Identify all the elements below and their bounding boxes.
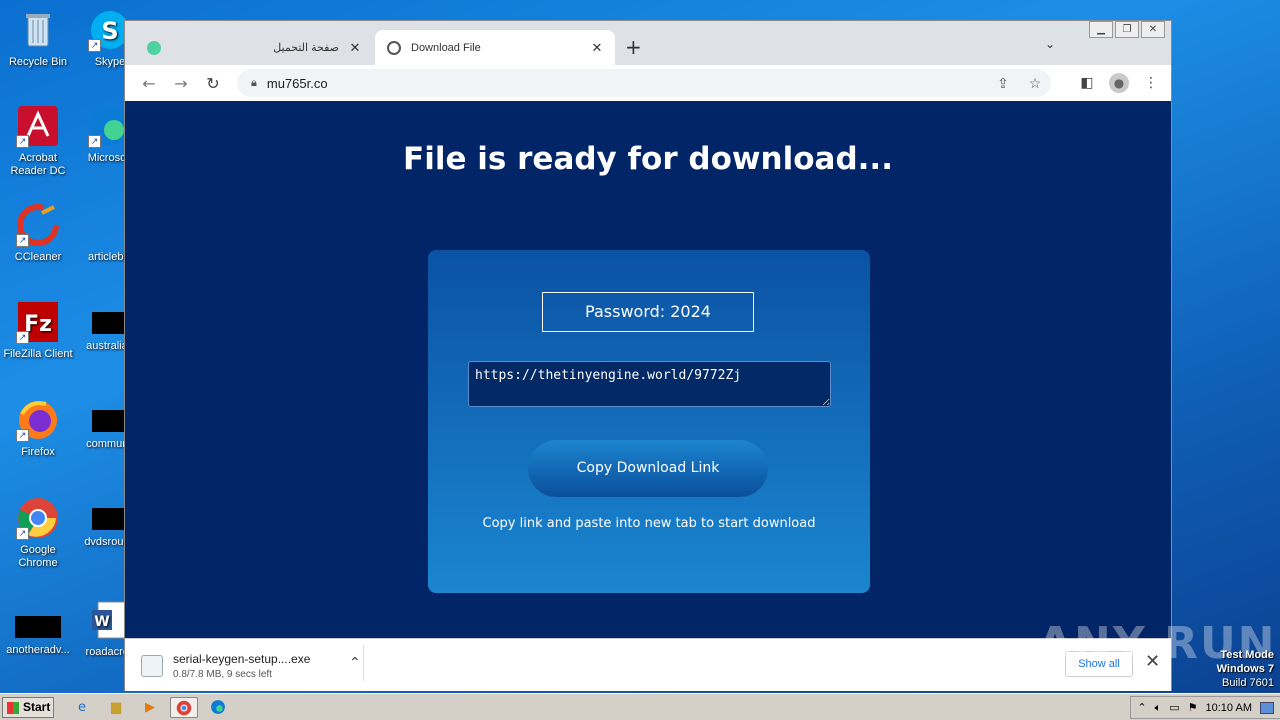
desktop-icon-filezilla[interactable]: Fz ↗ FileZilla Client (0, 300, 76, 361)
ccleaner-icon: ↗ (16, 203, 60, 247)
password-box: Password: 2024 (542, 292, 754, 332)
tab-title: Download File (411, 41, 481, 54)
file-explorer-icon[interactable]: ▆ (102, 697, 130, 718)
lock-icon: 🔒︎ (251, 76, 257, 89)
file-thumbnail-icon (92, 312, 128, 334)
svg-text:W: W (94, 614, 109, 630)
menu-kebab-icon[interactable]: ⋮ (1141, 75, 1161, 91)
address-bar[interactable]: 🔒︎ mu765r.co ⇪ ☆ (237, 69, 1051, 97)
taskbar: Start e ▆ ▶ ⌃ 🔈︎ ▭ ⚑ 10:10 AM (0, 693, 1280, 720)
desktop-icon-ccleaner[interactable]: ↗ CCleaner (0, 203, 76, 264)
close-window-button[interactable]: ✕ (1141, 21, 1165, 38)
firefox-icon: ↗ (16, 398, 60, 442)
tab-download-file[interactable]: Download File ✕ (375, 30, 615, 65)
media-player-icon[interactable]: ▶ (136, 697, 164, 718)
download-shelf: serial-keygen-setup....exe 0.8/7.8 MB, 9… (125, 638, 1171, 691)
volume-icon[interactable]: 🔈︎ (1155, 701, 1162, 715)
instruction-text: Copy link and paste into new tab to star… (482, 516, 816, 531)
file-thumbnail-icon (15, 616, 61, 638)
flag-icon[interactable]: ⚑ (1188, 701, 1198, 714)
download-link-field[interactable]: https://thetinyengine.world/9772Zj (468, 361, 831, 407)
close-tab-icon[interactable]: ✕ (347, 40, 363, 56)
desktop-icon-recycle-bin[interactable]: Recycle Bin (0, 8, 76, 69)
globe-icon (387, 40, 401, 55)
shortcut-arrow-icon: ↗ (88, 39, 101, 52)
tab-download-page-arabic[interactable]: صفحة التحميل ✕ (135, 30, 373, 65)
chevron-up-icon[interactable]: ⌃ (1137, 701, 1146, 714)
desktop-icon-chrome[interactable]: ↗ Google Chrome (0, 496, 76, 570)
profile-avatar-icon[interactable]: ● (1109, 73, 1129, 93)
chevron-up-icon[interactable]: ⌃ (349, 655, 361, 671)
back-icon[interactable]: ← (133, 74, 165, 93)
shortcut-arrow-icon: ↗ (16, 331, 29, 344)
new-tab-icon[interactable]: + (625, 35, 642, 59)
shortcut-arrow-icon: ↗ (16, 135, 29, 148)
quick-launch: e ▆ ▶ (68, 697, 232, 718)
download-card: Password: 2024 https://thetinyengine.wor… (428, 250, 870, 593)
shortcut-arrow-icon: ↗ (16, 429, 29, 442)
executable-file-icon (141, 655, 163, 677)
shortcut-arrow-icon: ↗ (16, 527, 29, 540)
desktop-icon-acrobat[interactable]: ↗ Acrobat Reader DC (0, 104, 76, 178)
browser-window: صفحة التحميل ✕ Download File ✕ + ⌄ ▁ ❐ ✕… (124, 20, 1172, 691)
toolbar-right: ◧ ● ⋮ (1077, 73, 1161, 93)
bookmark-star-icon[interactable]: ☆ (1019, 75, 1051, 92)
chevron-down-icon[interactable]: ⌄ (1045, 37, 1055, 51)
download-status: 0.8/7.8 MB, 9 secs left (173, 669, 272, 680)
recycle-bin-icon (16, 8, 60, 52)
shortcut-arrow-icon: ↗ (88, 135, 101, 148)
restore-button[interactable]: ❐ (1115, 21, 1139, 38)
minimize-button[interactable]: ▁ (1089, 21, 1113, 38)
shortcut-arrow-icon: ↗ (16, 234, 29, 247)
filezilla-icon: Fz ↗ (16, 300, 60, 344)
close-tab-icon[interactable]: ✕ (589, 40, 605, 56)
side-panel-icon[interactable]: ◧ (1077, 75, 1097, 91)
share-icon[interactable]: ⇪ (987, 75, 1019, 92)
acrobat-icon: ↗ (16, 104, 60, 148)
show-desktop-icon[interactable] (1260, 701, 1274, 714)
chrome-icon: ↗ (16, 496, 60, 540)
forward-icon[interactable]: → (165, 74, 197, 93)
download-item[interactable]: serial-keygen-setup....exe 0.8/7.8 MB, 9… (141, 649, 365, 683)
tab-favicon-icon (147, 40, 161, 55)
desktop-icon-firefox[interactable]: ↗ Firefox (0, 398, 76, 459)
test-mode-notice: Test Mode Windows 7 Build 7601 (1216, 649, 1274, 689)
copy-download-link-button[interactable]: Copy Download Link (528, 440, 768, 497)
file-thumbnail-icon (92, 410, 128, 432)
url-text: mu765r.co (266, 75, 328, 91)
divider (363, 645, 364, 681)
system-tray: ⌃ 🔈︎ ▭ ⚑ 10:10 AM (1130, 696, 1280, 719)
edge-taskbar-icon[interactable] (204, 697, 232, 718)
file-thumbnail-icon (92, 508, 128, 530)
start-button[interactable]: Start (2, 697, 54, 718)
network-icon[interactable]: ▭ (1169, 701, 1179, 714)
tab-strip: صفحة التحميل ✕ Download File ✕ + ⌄ ▁ ❐ ✕ (125, 21, 1171, 65)
internet-explorer-icon[interactable]: e (68, 697, 96, 718)
clock[interactable]: 10:10 AM (1206, 702, 1252, 714)
tab-title: صفحة التحميل (273, 42, 339, 54)
desktop-icon-anotheradv[interactable]: anotheradv... (0, 602, 76, 657)
window-controls: ▁ ❐ ✕ (1089, 21, 1165, 38)
reload-icon[interactable]: ↻ (197, 74, 229, 93)
download-filename: serial-keygen-setup....exe (173, 652, 311, 666)
svg-text:S: S (101, 17, 118, 45)
chrome-taskbar-icon[interactable] (170, 697, 198, 718)
web-page: File is ready for download... Password: … (125, 101, 1171, 638)
browser-toolbar: ← → ↻ 🔒︎ mu765r.co ⇪ ☆ ◧ ● ⋮ (125, 65, 1171, 101)
page-title: File is ready for download... (403, 141, 893, 177)
